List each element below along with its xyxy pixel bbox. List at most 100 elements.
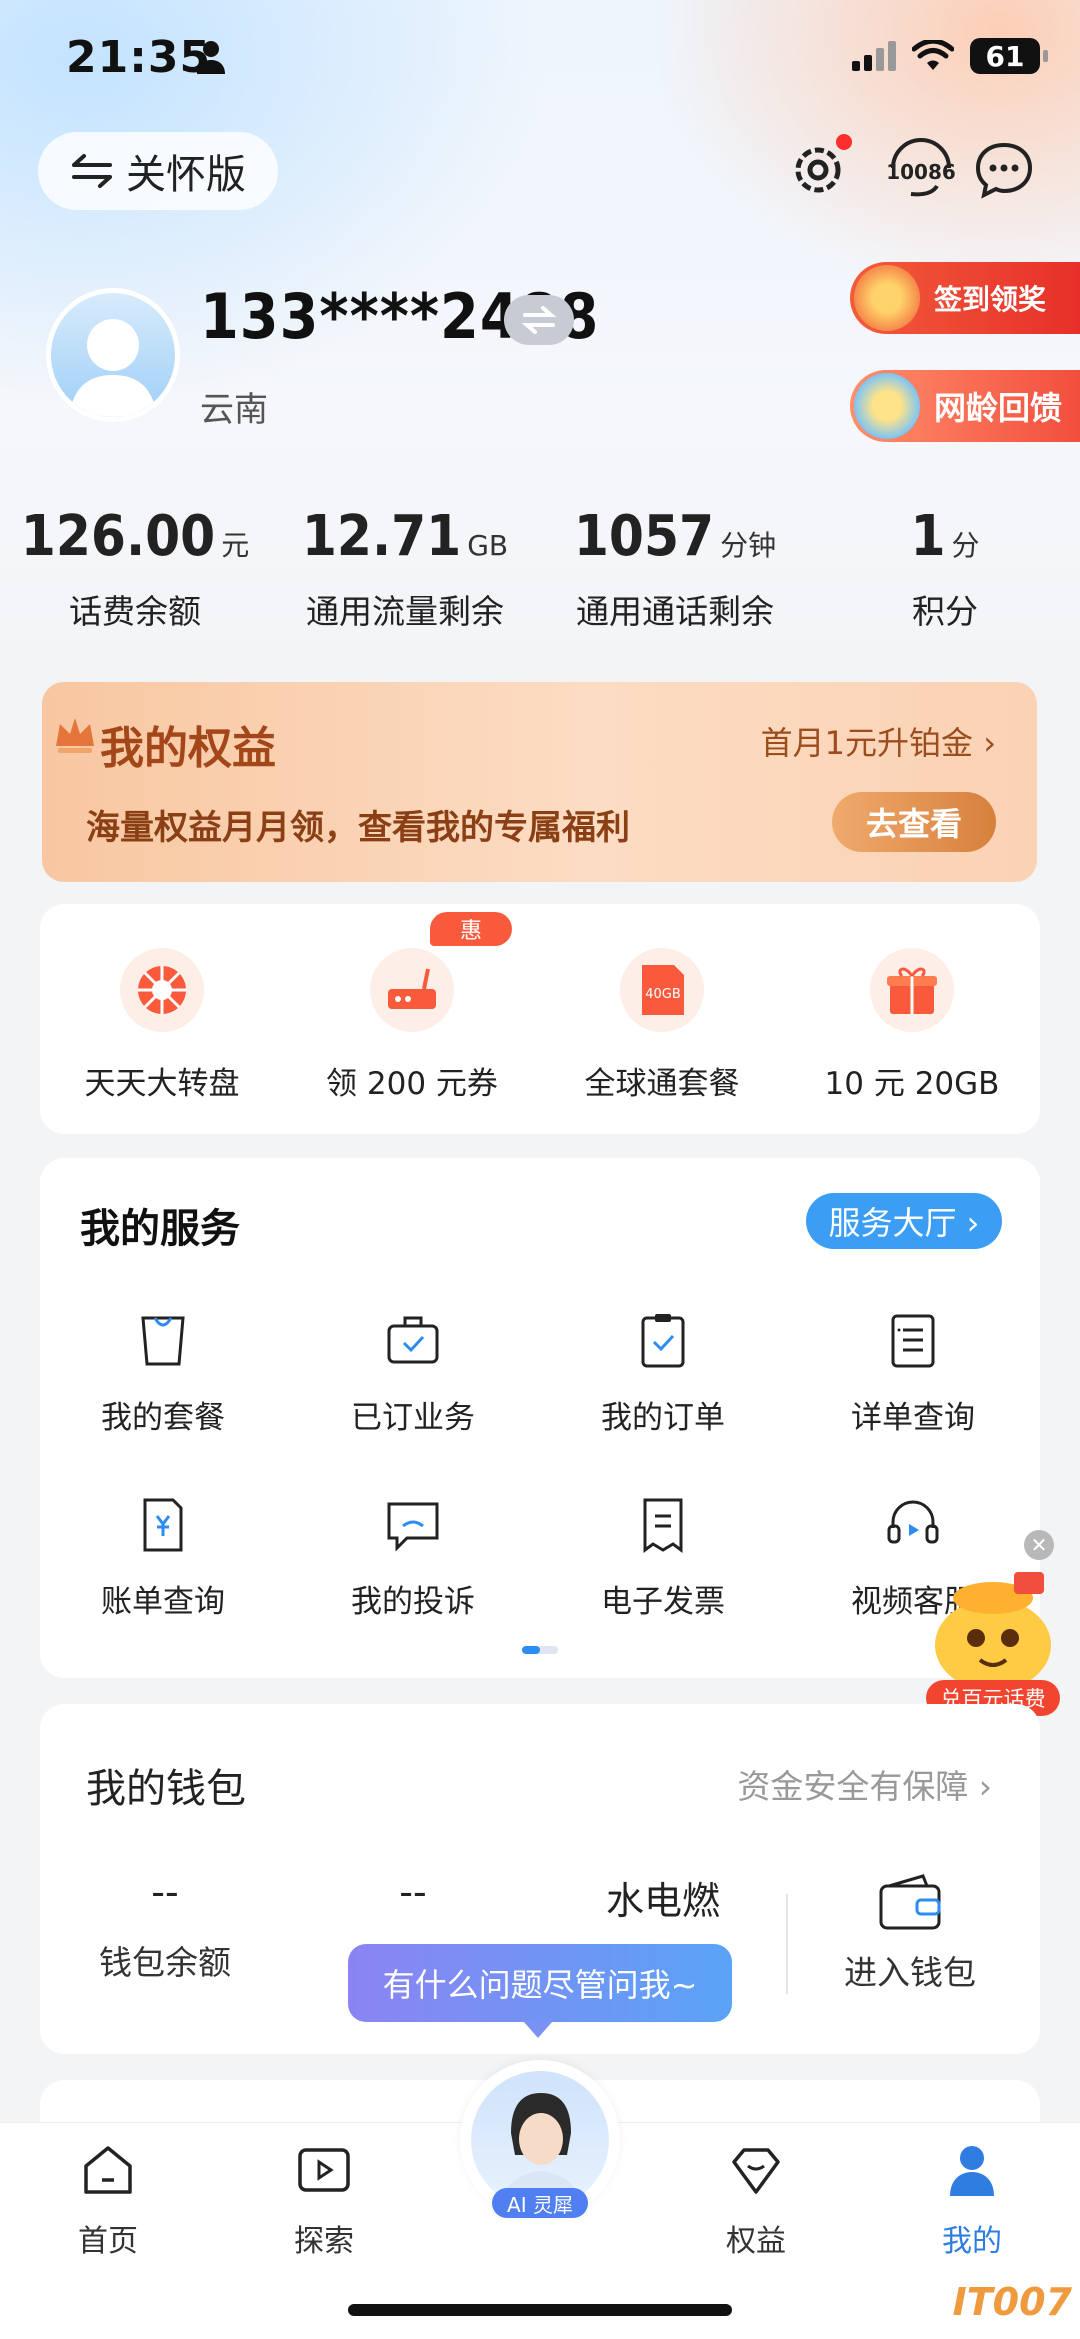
wifi-icon (912, 40, 954, 70)
balance-stat[interactable]: 126.00 元 话费余额 (0, 504, 270, 633)
switch-account-button[interactable] (504, 295, 574, 345)
upgrade-platinum-link[interactable]: 首月1元升铂金 › (761, 718, 996, 764)
wallet-divider (786, 1894, 788, 1994)
default-avatar-icon (69, 319, 157, 417)
tab-home[interactable]: 首页 (28, 2140, 188, 2260)
swap-arrows-icon (72, 154, 112, 188)
wallet-item-2[interactable]: -- (288, 1870, 538, 1936)
page-indicator (522, 1646, 558, 1654)
chat-bubble-icon (975, 142, 1033, 199)
quick-item-label: 10 元 20GB (824, 1066, 1000, 1102)
tab-explore[interactable]: 探索 (244, 2140, 404, 2260)
clipboard-check-icon (641, 1314, 685, 1368)
service-bill[interactable]: 账单查询 (38, 1494, 288, 1621)
service-detail-query[interactable]: 详单查询 (788, 1310, 1038, 1437)
wallet-value: -- (399, 1870, 427, 1914)
status-indicators: 61 (852, 38, 1048, 74)
tab-label: 探索 (294, 2224, 354, 2259)
settings-button[interactable] (786, 134, 852, 202)
gear-icon (795, 147, 841, 193)
person-icon (950, 2146, 994, 2196)
stat-label: 通用流量剩余 (306, 592, 504, 631)
tab-mine[interactable]: 我的 (892, 2140, 1052, 2260)
stat-value: 12.71 (301, 504, 462, 569)
quick-item-global-plan[interactable]: 40GB 全球通套餐 (542, 948, 782, 1103)
stat-value: 1057 (573, 504, 715, 569)
bill-yen-icon (143, 1498, 183, 1552)
bag-icon (141, 1316, 185, 1366)
diamond-icon (732, 2148, 780, 2194)
status-time: 21:35 (66, 32, 212, 83)
quick-item-label: 天天大转盘 (84, 1066, 240, 1102)
wallet-icon (879, 1874, 941, 1930)
quick-item-wheel[interactable]: 天天大转盘 (42, 948, 282, 1103)
data-remaining-stat[interactable]: 12.71 GB 通用流量剩余 (270, 504, 540, 633)
service-label: 我的订单 (601, 1400, 725, 1436)
service-hall-button[interactable]: 服务大厅 › (806, 1193, 1002, 1249)
enter-wallet-button[interactable]: 进入钱包 (800, 1872, 1020, 1994)
tab-label: 首页 (78, 2224, 138, 2259)
wallet-title: 我的钱包 (86, 1766, 246, 1812)
sim-text: 40GB (645, 987, 681, 1002)
messages-button[interactable] (972, 138, 1036, 202)
assistant-bubble[interactable]: 有什么问题尽管问我~ (348, 1944, 732, 2038)
wallet-balance[interactable]: -- 钱包余额 (40, 1870, 290, 1984)
floating-reward-widget[interactable]: 兑百元话费 (918, 1530, 1068, 1720)
quick-item-label: 全球通套餐 (584, 1066, 740, 1102)
invoice-icon (643, 1498, 683, 1553)
switch-icon (521, 306, 557, 334)
home-indicator[interactable] (348, 2304, 732, 2316)
wallet-value: 水电燃 (605, 1879, 720, 1923)
tab-label: 我的 (942, 2224, 1002, 2259)
stat-label: 积分 (912, 592, 978, 631)
watermark-logo: IT007 (952, 2280, 1072, 2324)
service-complaint[interactable]: 我的投诉 (288, 1494, 538, 1621)
wallet-safety-link[interactable]: 资金安全有保障 › (737, 1760, 992, 1808)
avatar[interactable] (46, 288, 180, 422)
tab-benefits[interactable]: 权益 (676, 2140, 836, 2260)
router-icon (370, 948, 454, 1032)
service-label: 我的投诉 (351, 1584, 475, 1620)
list-doc-icon (891, 1314, 935, 1368)
call-remaining-stat[interactable]: 1057 分钟 通用通话剩余 (540, 504, 810, 633)
quick-item-data-deal[interactable]: 10 元 20GB (792, 948, 1032, 1103)
service-label: 我的套餐 (101, 1400, 225, 1436)
service-invoice[interactable]: 电子发票 (538, 1494, 788, 1621)
stat-unit: 元 (221, 529, 250, 562)
province-label: 云南 (200, 390, 268, 430)
checkin-reward-banner[interactable]: 签到领奖 (850, 262, 1080, 334)
enter-wallet-label: 进入钱包 (844, 1953, 976, 1992)
quick-item-label: 领 200 元券 (326, 1066, 498, 1102)
stat-unit: 分钟 (720, 529, 777, 562)
stat-value: 1 (910, 504, 946, 569)
points-stat[interactable]: 1分 积分 (810, 504, 1080, 633)
network-age-banner[interactable]: 网龄回馈 (850, 370, 1080, 442)
benefits-title: 我的权益 (100, 723, 276, 774)
service-subscribed[interactable]: 已订业务 (288, 1310, 538, 1437)
wallet-utilities[interactable]: 水电燃 (538, 1870, 788, 1936)
hotline-number: 10086 (886, 160, 956, 184)
wheel-icon (120, 948, 204, 1032)
person-status-icon (197, 41, 225, 74)
crown-icon (56, 718, 94, 753)
briefcase-check-icon (387, 1316, 439, 1364)
view-benefits-button[interactable]: 去查看 (832, 792, 996, 852)
play-icon (298, 2148, 350, 2192)
discount-badge: 惠 (430, 912, 512, 946)
stat-label: 话费余额 (69, 592, 201, 631)
complaint-chat-icon (387, 1502, 439, 1552)
care-mode-button[interactable]: 关怀版 (38, 132, 278, 210)
service-orders[interactable]: 我的订单 (538, 1310, 788, 1437)
checkin-label: 签到领奖 (934, 283, 1047, 316)
quick-item-coupon[interactable]: 领 200 元券 (292, 948, 532, 1103)
stat-unit: GB (467, 529, 509, 562)
care-mode-label: 关怀版 (126, 152, 246, 198)
stat-unit: 分 (951, 529, 980, 562)
wallet-value: -- (151, 1870, 179, 1914)
home-icon (84, 2146, 132, 2194)
hotline-button[interactable]: 10086 (878, 138, 964, 202)
service-label: 账单查询 (101, 1584, 225, 1620)
service-label: 已订业务 (351, 1400, 475, 1436)
wheel-icon (854, 265, 920, 331)
service-my-plan[interactable]: 我的套餐 (38, 1310, 288, 1437)
